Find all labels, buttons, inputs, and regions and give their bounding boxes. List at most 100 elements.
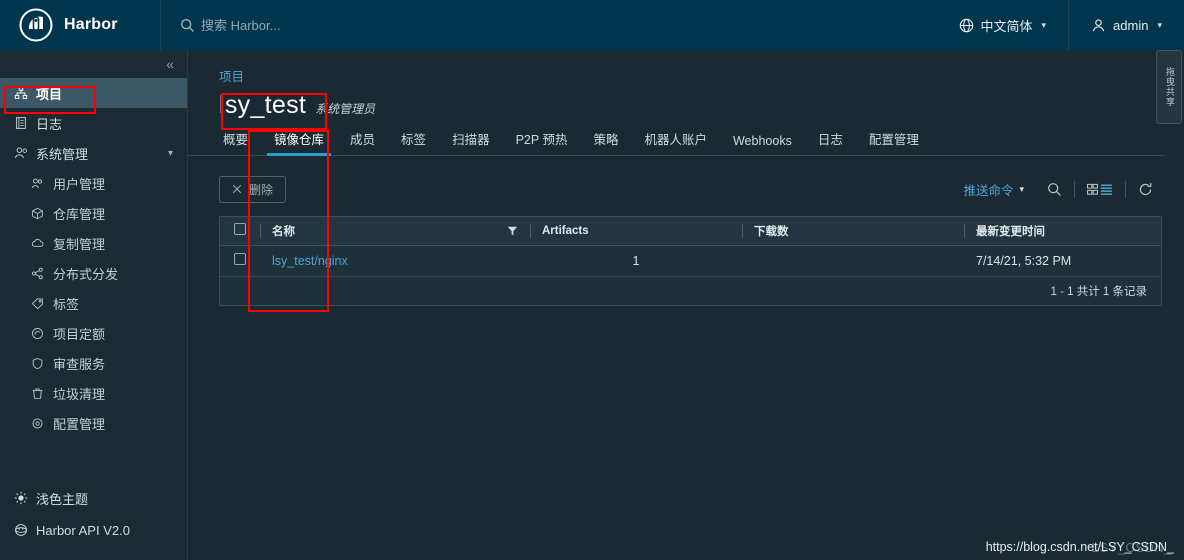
project-icon — [13, 86, 28, 101]
tab-members[interactable]: 成员 — [337, 129, 388, 155]
cell-updated: 7/14/21, 5:32 PM — [964, 245, 1161, 277]
tab-scanner[interactable]: 扫描器 — [439, 129, 503, 155]
sidebar-item-configuration[interactable]: 配置管理 — [0, 408, 187, 438]
toolbar-right: 推送命令 ▾ — [963, 180, 1162, 199]
table-row[interactable]: lsy_test/nginx 1 7/14/21, 5:32 PM — [220, 245, 1161, 277]
brand-name: Harbor — [64, 16, 118, 33]
repository-table: 名称 Artifacts 下载数 最新变更时间 lsy_test/nginx 1… — [219, 216, 1162, 306]
label-icon — [30, 296, 45, 311]
tab-logs[interactable]: 日志 — [805, 129, 856, 155]
language-selector[interactable]: 中文简体 ▾ — [937, 0, 1069, 50]
tab-summary[interactable]: 概要 — [210, 129, 261, 155]
sidebar-item-distribution[interactable]: 分布式分发 — [0, 258, 187, 288]
tab-repositories[interactable]: 镜像仓库 — [261, 129, 337, 156]
tab-policy[interactable]: 策略 — [580, 129, 631, 155]
sidebar-item-label: Harbor API V2.0 — [36, 522, 130, 538]
breadcrumb[interactable]: 项目 — [188, 50, 1184, 85]
sidebar-bottom: 浅色主题 Harbor API V2.0 — [0, 482, 188, 546]
side-panel-tab-label: 拖曳共享 — [1164, 67, 1175, 107]
watermark-url: https://blog.csdn.net/LSY_CSDN_ — [985, 540, 1174, 554]
toolbar-separator — [1074, 180, 1075, 198]
sidebar-item-logs[interactable]: 日志 — [0, 108, 187, 138]
pagination-label: 1 - 1 共计 1 条记录 — [1050, 285, 1148, 298]
log-icon — [13, 116, 28, 131]
app-window: Harbor 中文简体 — [0, 0, 1184, 560]
trash-icon — [30, 386, 45, 401]
row-checkbox[interactable] — [234, 253, 246, 265]
sidebar-item-label: 垃圾清理 — [53, 386, 106, 402]
delete-button[interactable]: 删除 — [219, 175, 287, 203]
sidebar-item-labels[interactable]: 标签 — [0, 288, 187, 318]
sidebar-item-garbage-collection[interactable]: 垃圾清理 — [0, 378, 187, 408]
tab-p2p-preheat[interactable]: P2P 预热 — [503, 129, 581, 155]
user-menu[interactable]: admin ▾ — [1069, 0, 1184, 50]
globe-icon — [959, 18, 974, 33]
push-command-label: 推送命令 — [963, 183, 1014, 198]
side-panel-tab[interactable]: 拖曳共享 — [1156, 50, 1182, 124]
sun-icon — [13, 491, 28, 506]
sidebar-item-label: 项目定额 — [53, 326, 106, 342]
registry-icon — [30, 206, 45, 221]
table-header-row: 名称 Artifacts 下载数 最新变更时间 — [220, 217, 1161, 246]
sidebar-item-light-theme[interactable]: 浅色主题 — [0, 482, 188, 514]
push-command-dropdown[interactable]: 推送命令 ▾ — [963, 180, 1038, 199]
tab-webhooks[interactable]: Webhooks — [720, 134, 805, 155]
filter-icon[interactable] — [507, 225, 518, 236]
tab-labels[interactable]: 标签 — [388, 129, 439, 155]
select-all-checkbox[interactable] — [234, 223, 246, 236]
collapse-icon[interactable]: « — [166, 57, 174, 71]
sidebar-item-label: 分布式分发 — [53, 266, 119, 282]
sidebar-item-label: 仓库管理 — [53, 206, 106, 222]
project-role-label: 系统管理员 — [315, 102, 376, 116]
shield-icon — [30, 356, 45, 371]
chevron-down-icon: ▾ — [1041, 19, 1047, 30]
sidebar-item-label: 审查服务 — [53, 356, 106, 372]
sidebar-item-label: 配置管理 — [53, 416, 106, 432]
brand[interactable]: Harbor — [0, 8, 160, 42]
sidebar-item-interrogation-services[interactable]: 审查服务 — [0, 348, 187, 378]
user-icon — [1091, 18, 1106, 33]
column-header-name[interactable]: 名称 — [260, 217, 530, 246]
tab-robot-accounts[interactable]: 机器人账户 — [631, 129, 720, 155]
close-icon — [232, 184, 242, 194]
gear-icon — [30, 416, 45, 431]
quota-icon — [30, 326, 45, 341]
sidebar-item-project-quotas[interactable]: 项目定额 — [0, 318, 187, 348]
chevron-down-icon[interactable]: ▾ — [168, 148, 173, 159]
sidebar-item-harbor-api[interactable]: Harbor API V2.0 — [0, 514, 188, 546]
chevron-down-icon: ▾ — [1157, 19, 1162, 30]
top-header: Harbor 中文简体 — [0, 0, 1184, 50]
refresh-icon[interactable] — [1129, 182, 1162, 197]
sidebar-item-administration[interactable]: 系统管理 ▾ — [0, 138, 187, 168]
system-admin-icon — [13, 146, 28, 161]
search-input[interactable] — [201, 17, 501, 33]
header-right: 中文简体 ▾ admin ▾ — [937, 0, 1184, 50]
page-title: lsy_test — [219, 91, 307, 119]
sidebar-item-label: 项目 — [36, 86, 63, 102]
sidebar-item-replications[interactable]: 复制管理 — [0, 228, 187, 258]
column-header-artifacts[interactable]: Artifacts — [530, 217, 742, 246]
sidebar-item-projects[interactable]: 项目 — [0, 78, 187, 108]
tab-configuration[interactable]: 配置管理 — [856, 129, 932, 155]
distribution-icon — [30, 266, 45, 281]
select-all-header — [220, 217, 260, 246]
api-icon — [13, 523, 28, 538]
project-tabs: 概要 镜像仓库 成员 标签 扫描器 P2P 预热 策略 机器人账户 Webhoo… — [188, 130, 1164, 156]
sidebar-item-label: 日志 — [36, 116, 63, 132]
harbor-logo-icon — [19, 8, 53, 42]
sidebar-item-label: 浅色主题 — [36, 491, 89, 507]
sidebar: « 项目 日志 系统管理 ▾ 用户管理 仓库管理 复制管理 分布式分发 标签 项… — [0, 50, 188, 560]
cell-repository-name[interactable]: lsy_test/nginx — [260, 245, 530, 277]
sidebar-item-label: 用户管理 — [53, 176, 106, 192]
chevron-down-icon: ▾ — [1019, 183, 1024, 194]
replication-icon — [30, 236, 45, 251]
sidebar-item-registries[interactable]: 仓库管理 — [0, 198, 187, 228]
table-pagination: 1 - 1 共计 1 条记录 — [220, 276, 1161, 305]
column-header-downloads[interactable]: 下载数 — [742, 217, 964, 246]
global-search[interactable] — [161, 17, 501, 33]
sidebar-item-users[interactable]: 用户管理 — [0, 168, 187, 198]
sidebar-item-label: 系统管理 — [36, 146, 89, 162]
column-header-updated[interactable]: 最新变更时间 — [964, 217, 1161, 246]
search-icon[interactable] — [1038, 182, 1071, 197]
view-toggle-icon[interactable] — [1078, 183, 1122, 196]
